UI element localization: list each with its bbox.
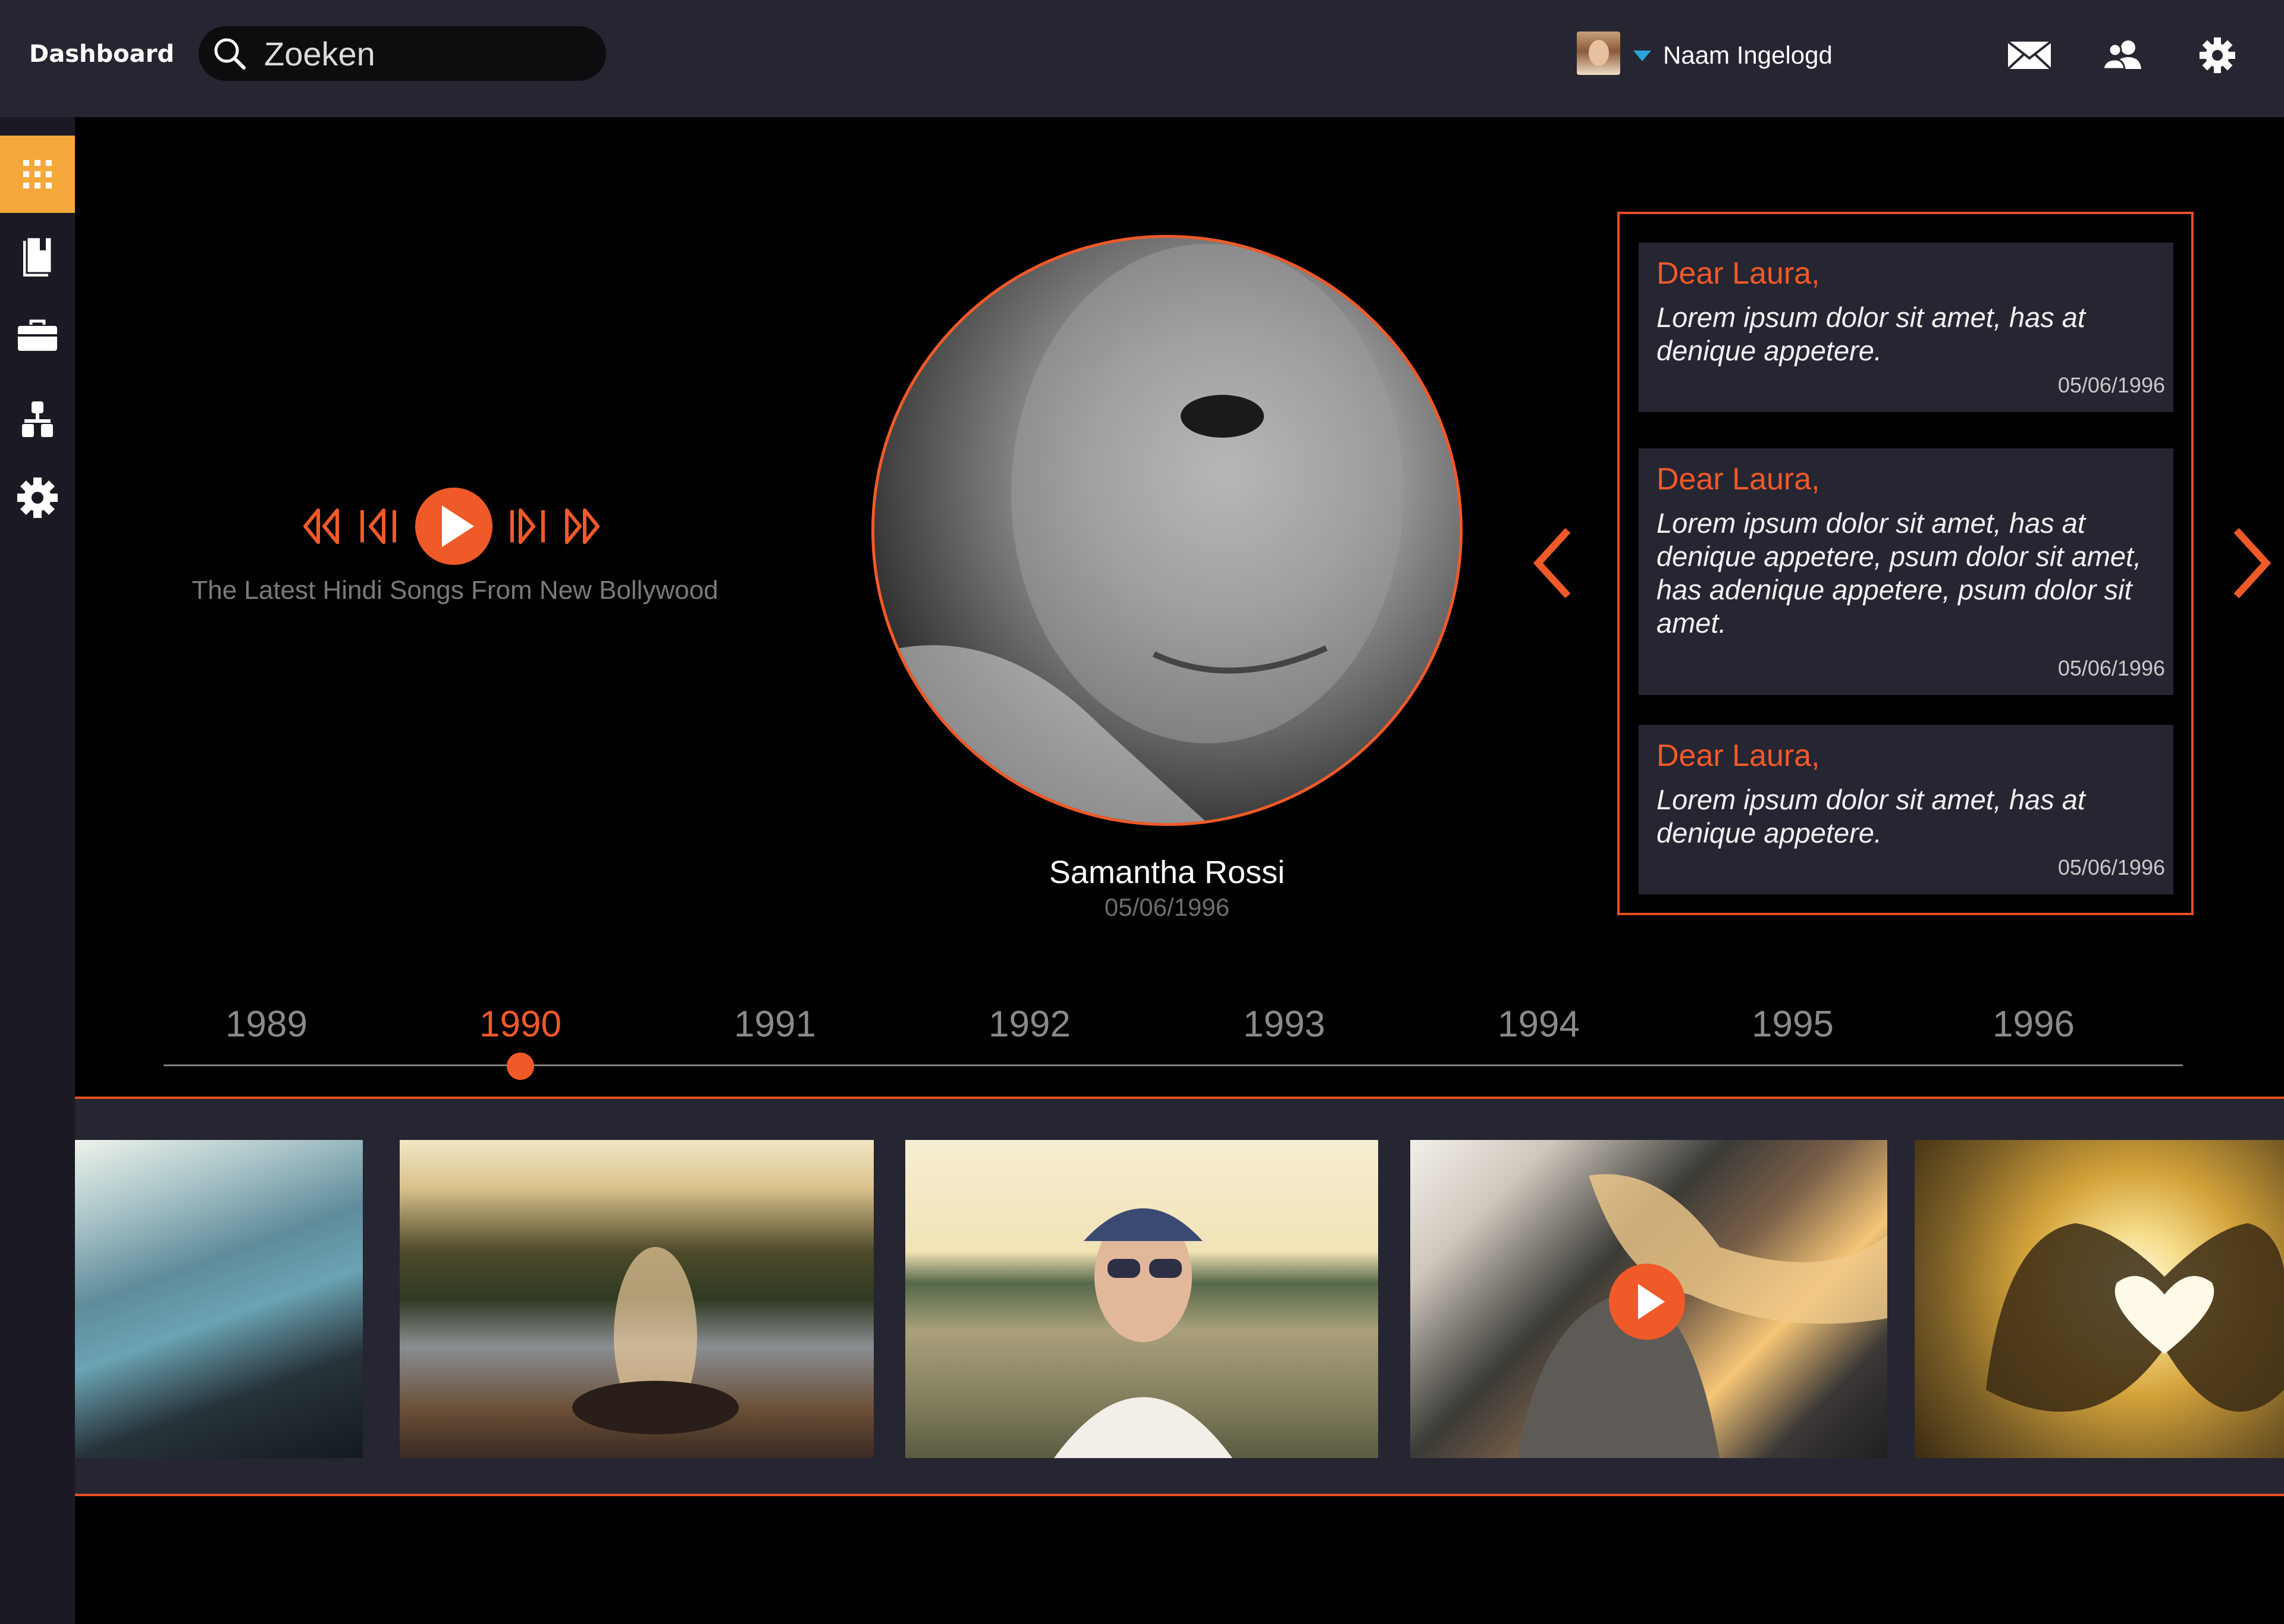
profile-name: Samantha Rossi <box>1049 855 1285 890</box>
mail-icon[interactable] <box>2006 34 2053 76</box>
profile-date: 05/06/1996 <box>1104 893 1230 921</box>
message-greeting: Dear Laura, <box>1656 739 1820 773</box>
message-body: Lorem ipsum dolor sit amet, has at deniq… <box>1656 784 2085 849</box>
timeline-year[interactable]: 1993 <box>1213 1003 1356 1045</box>
message-card[interactable]: Dear Laura, Lorem ipsum dolor sit amet, … <box>1639 448 2173 695</box>
timeline-year[interactable]: 1989 <box>195 1003 338 1045</box>
message-card[interactable]: Dear Laura, Lorem ipsum dolor sit amet, … <box>1639 725 2173 894</box>
grid-icon <box>23 160 52 189</box>
users-icon[interactable] <box>2100 34 2147 76</box>
sidebar-item-book[interactable] <box>0 219 75 297</box>
player-caption: The Latest Hindi Songs From New Bollywoo… <box>192 576 719 605</box>
message-greeting: Dear Laura, <box>1656 256 1820 291</box>
search-box[interactable] <box>199 26 606 81</box>
gallery-photo-woman-sunglasses[interactable] <box>905 1140 1378 1458</box>
timeline-year[interactable]: 1996 <box>1962 1003 2105 1045</box>
timeline-track[interactable] <box>164 1064 2183 1066</box>
gallery-photo-woman-sitting-sunset[interactable] <box>400 1140 874 1458</box>
brand-title[interactable]: Dashboard <box>29 40 174 68</box>
gear-icon <box>17 478 58 518</box>
chevron-down-icon[interactable] <box>1633 51 1651 61</box>
carousel-prev-arrow[interactable] <box>1526 524 1580 602</box>
book-icon <box>23 237 53 277</box>
timeline-year[interactable]: 1991 <box>704 1003 846 1045</box>
previous-icon[interactable] <box>360 508 396 544</box>
top-bar: Dashboard Naam Ingelogd <box>0 0 2284 117</box>
search-icon <box>214 38 246 70</box>
search-input[interactable] <box>264 32 585 75</box>
avatar[interactable] <box>1577 32 1620 75</box>
briefcase-icon <box>18 319 57 351</box>
message-card[interactable]: Dear Laura, Lorem ipsum dolor sit amet, … <box>1639 243 2173 412</box>
carousel-next-arrow[interactable] <box>2225 524 2278 602</box>
sidebar-item-briefcase[interactable] <box>0 297 75 374</box>
gallery-photo-fjord[interactable] <box>75 1140 363 1458</box>
settings-icon[interactable] <box>2194 34 2241 76</box>
photo-detail <box>572 1247 739 1434</box>
message-body: Lorem ipsum dolor sit amet, has at deniq… <box>1656 507 2142 639</box>
message-date: 05/06/1996 <box>2057 855 2165 879</box>
photo-detail <box>1986 1223 2284 1412</box>
photo-detail <box>1054 1208 1232 1458</box>
timeline-year[interactable]: 1992 <box>958 1003 1101 1045</box>
sidebar-item-apps[interactable] <box>0 136 75 213</box>
message-greeting: Dear Laura, <box>1656 462 1820 497</box>
sidebar <box>0 117 75 1624</box>
timeline-marker[interactable] <box>507 1053 534 1080</box>
portrait-image <box>874 244 1404 823</box>
video-play-button[interactable] <box>1608 1263 1686 1340</box>
sidebar-item-organization[interactable] <box>0 381 75 458</box>
message-date: 05/06/1996 <box>2057 373 2165 397</box>
message-body: Lorem ipsum dolor sit amet, has at deniq… <box>1656 301 2085 366</box>
org-chart-icon <box>22 401 53 437</box>
profile-photo[interactable] <box>871 235 1463 826</box>
timeline-year[interactable]: 1994 <box>1467 1003 1610 1045</box>
timeline-year[interactable]: 1995 <box>1721 1003 1864 1045</box>
rewind-icon[interactable] <box>303 508 339 544</box>
gallery-photo-heart-hands[interactable] <box>1915 1140 2284 1458</box>
play-button[interactable] <box>415 488 492 565</box>
timeline-year-selected[interactable]: 1990 <box>449 1003 592 1045</box>
user-name[interactable]: Naam Ingelogd <box>1663 41 1833 70</box>
sidebar-item-settings[interactable] <box>0 459 75 536</box>
next-icon[interactable] <box>510 508 545 544</box>
fast-forward-icon[interactable] <box>565 508 600 544</box>
message-date: 05/06/1996 <box>2057 656 2165 680</box>
player-controls <box>303 488 600 565</box>
